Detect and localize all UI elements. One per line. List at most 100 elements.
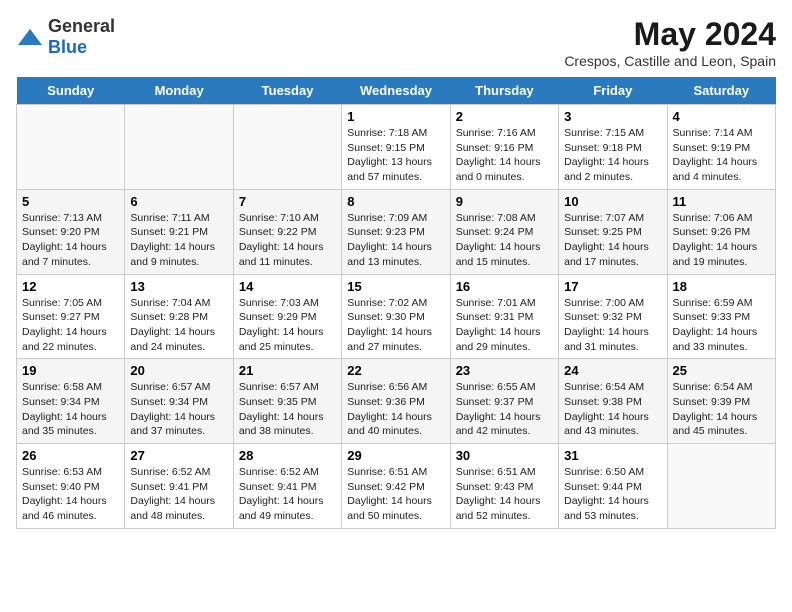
cell-text: Sunrise: 6:58 AMSunset: 9:34 PMDaylight:…	[22, 380, 119, 439]
calendar-cell: 23 Sunrise: 6:55 AMSunset: 9:37 PMDayligh…	[450, 359, 558, 444]
dow-header-saturday: Saturday	[667, 77, 775, 105]
day-number: 14	[239, 279, 336, 294]
calendar-cell: 22Sunrise: 6:56 AMSunset: 9:36 PMDayligh…	[342, 359, 450, 444]
calendar-cell: 4Sunrise: 7:14 AMSunset: 9:19 PMDaylight…	[667, 105, 775, 190]
calendar-cell: 20 Sunrise: 6:57 AMSunset: 9:34 PMDayligh…	[125, 359, 233, 444]
calendar-cell: 26 Sunrise: 6:53 AMSunset: 9:40 PMDayligh…	[17, 444, 125, 529]
day-number: 5	[22, 194, 119, 209]
cell-text: Sunrise: 6:54 AMSunset: 9:38 PMDaylight:…	[564, 380, 661, 439]
day-number: 10	[564, 194, 661, 209]
calendar-cell: 14 Sunrise: 7:03 AMSunset: 9:29 PMDayligh…	[233, 274, 341, 359]
calendar-cell: 1Sunrise: 7:18 AMSunset: 9:15 PMDaylight…	[342, 105, 450, 190]
day-number: 18	[673, 279, 770, 294]
calendar-cell: 15 Sunrise: 7:02 AMSunset: 9:30 PMDayligh…	[342, 274, 450, 359]
calendar-cell: 2 Sunrise: 7:16 AMSunset: 9:16 PMDaylight…	[450, 105, 558, 190]
calendar-cell	[667, 444, 775, 529]
cell-text: Sunrise: 6:55 AMSunset: 9:37 PMDaylight:…	[456, 380, 553, 439]
cell-text: Sunrise: 7:04 AMSunset: 9:28 PMDaylight:…	[130, 296, 227, 355]
cell-text: Sunrise: 6:57 AMSunset: 9:35 PMDaylight:…	[239, 380, 336, 439]
day-number: 25	[673, 363, 770, 378]
calendar-cell: 5 Sunrise: 7:13 AMSunset: 9:20 PMDaylight…	[17, 189, 125, 274]
subtitle: Crespos, Castille and Leon, Spain	[564, 53, 776, 69]
logo-general: General	[48, 16, 115, 36]
cell-text: Sunrise: 6:51 AMSunset: 9:42 PMDaylight:…	[347, 465, 444, 524]
cell-text: Sunrise: 7:09 AMSunset: 9:23 PMDaylight:…	[347, 211, 444, 270]
cell-text: Sunrise: 7:15 AMSunset: 9:18 PMDaylight:…	[564, 126, 661, 185]
day-number: 21	[239, 363, 336, 378]
cell-text: Sunrise: 6:51 AMSunset: 9:43 PMDaylight:…	[456, 465, 553, 524]
day-number: 23	[456, 363, 553, 378]
calendar-cell: 30Sunrise: 6:51 AMSunset: 9:43 PMDayligh…	[450, 444, 558, 529]
cell-text: Sunrise: 6:53 AMSunset: 9:40 PMDaylight:…	[22, 465, 119, 524]
dow-header-wednesday: Wednesday	[342, 77, 450, 105]
calendar-cell: 8 Sunrise: 7:09 AMSunset: 9:23 PMDaylight…	[342, 189, 450, 274]
cell-text: Sunrise: 6:54 AMSunset: 9:39 PMDaylight:…	[673, 380, 770, 439]
calendar-cell: 29 Sunrise: 6:51 AMSunset: 9:42 PMDayligh…	[342, 444, 450, 529]
cell-text: Sunrise: 7:06 AMSunset: 9:26 PMDaylight:…	[673, 211, 770, 270]
cell-text: Sunrise: 7:02 AMSunset: 9:30 PMDaylight:…	[347, 296, 444, 355]
dow-header-tuesday: Tuesday	[233, 77, 341, 105]
day-number: 19	[22, 363, 119, 378]
day-number: 2	[456, 109, 553, 124]
day-number: 9	[456, 194, 553, 209]
main-title: May 2024	[564, 16, 776, 53]
cell-text: Sunrise: 7:07 AMSunset: 9:25 PMDaylight:…	[564, 211, 661, 270]
cell-text: Sunrise: 7:01 AMSunset: 9:31 PMDaylight:…	[456, 296, 553, 355]
cell-text: Sunrise: 7:03 AMSunset: 9:29 PMDaylight:…	[239, 296, 336, 355]
cell-text: Sunrise: 7:05 AMSunset: 9:27 PMDaylight:…	[22, 296, 119, 355]
calendar-cell: 10 Sunrise: 7:07 AMSunset: 9:25 PMDayligh…	[559, 189, 667, 274]
cell-text: Sunrise: 6:59 AMSunset: 9:33 PMDaylight:…	[673, 296, 770, 355]
day-number: 26	[22, 448, 119, 463]
day-number: 15	[347, 279, 444, 294]
cell-text: Sunrise: 7:10 AMSunset: 9:22 PMDaylight:…	[239, 211, 336, 270]
cell-text: Sunrise: 7:00 AMSunset: 9:32 PMDaylight:…	[564, 296, 661, 355]
calendar-cell: 21 Sunrise: 6:57 AMSunset: 9:35 PMDayligh…	[233, 359, 341, 444]
day-number: 17	[564, 279, 661, 294]
day-number: 16	[456, 279, 553, 294]
day-number: 6	[130, 194, 227, 209]
cell-text: Sunrise: 6:57 AMSunset: 9:34 PMDaylight:…	[130, 380, 227, 439]
cell-text: Sunrise: 7:16 AMSunset: 9:16 PMDaylight:…	[456, 126, 553, 185]
day-number: 3	[564, 109, 661, 124]
calendar-cell: 16 Sunrise: 7:01 AMSunset: 9:31 PMDayligh…	[450, 274, 558, 359]
calendar-cell: 24 Sunrise: 6:54 AMSunset: 9:38 PMDayligh…	[559, 359, 667, 444]
cell-text: Sunrise: 7:18 AMSunset: 9:15 PMDaylight:…	[347, 126, 444, 185]
day-number: 28	[239, 448, 336, 463]
cell-text: Sunrise: 7:08 AMSunset: 9:24 PMDaylight:…	[456, 211, 553, 270]
day-number: 22	[347, 363, 444, 378]
calendar-cell	[233, 105, 341, 190]
day-number: 8	[347, 194, 444, 209]
calendar-cell: 12 Sunrise: 7:05 AMSunset: 9:27 PMDayligh…	[17, 274, 125, 359]
page-header: General Blue May 2024 Crespos, Castille …	[16, 16, 776, 69]
cell-text: Sunrise: 6:50 AMSunset: 9:44 PMDaylight:…	[564, 465, 661, 524]
calendar-cell: 3 Sunrise: 7:15 AMSunset: 9:18 PMDaylight…	[559, 105, 667, 190]
calendar-cell	[125, 105, 233, 190]
calendar-cell	[17, 105, 125, 190]
calendar-cell: 17 Sunrise: 7:00 AMSunset: 9:32 PMDayligh…	[559, 274, 667, 359]
day-number: 12	[22, 279, 119, 294]
logo: General Blue	[16, 16, 115, 58]
dow-header-monday: Monday	[125, 77, 233, 105]
dow-header-sunday: Sunday	[17, 77, 125, 105]
day-number: 27	[130, 448, 227, 463]
day-number: 29	[347, 448, 444, 463]
day-number: 11	[673, 194, 770, 209]
dow-header-thursday: Thursday	[450, 77, 558, 105]
day-number: 24	[564, 363, 661, 378]
cell-text: Sunrise: 7:14 AMSunset: 9:19 PMDaylight:…	[673, 126, 770, 185]
calendar-cell: 25 Sunrise: 6:54 AMSunset: 9:39 PMDayligh…	[667, 359, 775, 444]
day-number: 20	[130, 363, 227, 378]
logo-blue: Blue	[48, 37, 87, 57]
calendar-cell: 28 Sunrise: 6:52 AMSunset: 9:41 PMDayligh…	[233, 444, 341, 529]
cell-text: Sunrise: 7:13 AMSunset: 9:20 PMDaylight:…	[22, 211, 119, 270]
calendar-cell: 11 Sunrise: 7:06 AMSunset: 9:26 PMDayligh…	[667, 189, 775, 274]
calendar-cell: 6Sunrise: 7:11 AMSunset: 9:21 PMDaylight…	[125, 189, 233, 274]
calendar-table: SundayMondayTuesdayWednesdayThursdayFrid…	[16, 77, 776, 529]
calendar-cell: 9 Sunrise: 7:08 AMSunset: 9:24 PMDaylight…	[450, 189, 558, 274]
logo-text: General Blue	[48, 16, 115, 58]
calendar-cell: 7Sunrise: 7:10 AMSunset: 9:22 PMDaylight…	[233, 189, 341, 274]
calendar-cell: 13Sunrise: 7:04 AMSunset: 9:28 PMDayligh…	[125, 274, 233, 359]
calendar-cell: 31Sunrise: 6:50 AMSunset: 9:44 PMDayligh…	[559, 444, 667, 529]
calendar-cell: 18 Sunrise: 6:59 AMSunset: 9:33 PMDayligh…	[667, 274, 775, 359]
cell-text: Sunrise: 6:52 AMSunset: 9:41 PMDaylight:…	[239, 465, 336, 524]
